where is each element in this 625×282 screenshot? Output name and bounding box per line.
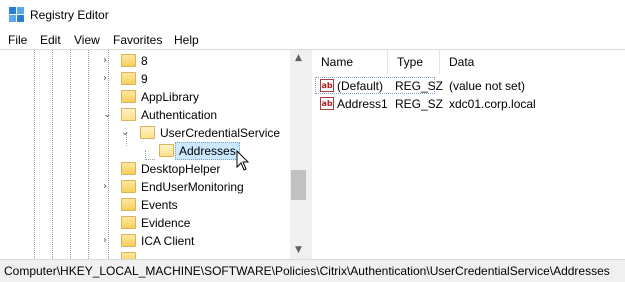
scroll-down-arrow-icon[interactable]: ▼ bbox=[290, 242, 307, 259]
folder-icon bbox=[121, 54, 136, 67]
tree-item-label: Events bbox=[141, 198, 178, 212]
tree-scrollbar[interactable]: ▲ ▼ bbox=[290, 50, 307, 259]
menu-edit[interactable]: Edit bbox=[40, 33, 61, 47]
value-name: Address1 bbox=[337, 97, 388, 111]
title-bar: Registry Editor bbox=[0, 0, 625, 30]
open-folder-icon bbox=[121, 108, 136, 121]
tree-item-partial[interactable] bbox=[0, 250, 288, 259]
scroll-up-arrow-icon[interactable]: ▲ bbox=[290, 50, 307, 67]
folder-icon bbox=[121, 180, 136, 193]
status-key-path: Computer\HKEY_LOCAL_MACHINE\SOFTWARE\Pol… bbox=[4, 264, 610, 278]
folder-icon bbox=[121, 198, 136, 211]
tree-item-label: EndUserMonitoring bbox=[141, 180, 244, 194]
menu-favorites[interactable]: Favorites bbox=[113, 33, 162, 47]
chevron-right-icon[interactable]: › bbox=[103, 235, 107, 246]
tree-item[interactable]: ⌄ UserCredentialService bbox=[0, 124, 288, 142]
folder-icon bbox=[121, 252, 136, 259]
string-value-icon: ab bbox=[320, 97, 334, 110]
folder-icon bbox=[121, 234, 136, 247]
string-value-icon: ab bbox=[320, 79, 334, 92]
value-name: (Default) bbox=[337, 79, 384, 93]
tree-item-label: Evidence bbox=[141, 216, 191, 230]
tree-item-label: ICA Client bbox=[141, 234, 195, 248]
tree-item[interactable]: › 8 bbox=[0, 52, 288, 70]
tree-item-label: 8 bbox=[141, 54, 148, 68]
column-header-type[interactable]: Type bbox=[388, 50, 440, 74]
tree-item-label: DesktopHelper bbox=[141, 162, 221, 176]
folder-icon bbox=[121, 72, 136, 85]
folder-icon bbox=[121, 162, 136, 175]
tree-item[interactable]: Evidence bbox=[0, 214, 288, 232]
column-header-data[interactable]: Data bbox=[440, 50, 625, 74]
tree-item[interactable]: › ICA Client bbox=[0, 232, 288, 250]
mouse-pointer-icon bbox=[236, 150, 250, 171]
value-data: xdc01.corp.local bbox=[449, 97, 536, 111]
open-folder-icon bbox=[159, 144, 174, 157]
divider bbox=[0, 49, 625, 50]
registry-values-list[interactable]: Name Type Data ab (Default) REG_SZ (valu… bbox=[312, 50, 625, 259]
folder-icon bbox=[121, 90, 136, 103]
value-type: REG_SZ bbox=[395, 97, 444, 111]
value-row[interactable]: ab Address1 REG_SZ xdc01.corp.local bbox=[312, 95, 625, 113]
registry-editor-icon bbox=[9, 7, 24, 22]
tree-item-label: AppLibrary bbox=[141, 90, 200, 104]
chevron-right-icon[interactable]: › bbox=[103, 73, 107, 84]
value-type: REG_SZ bbox=[395, 79, 444, 93]
tree-item[interactable]: › 9 bbox=[0, 70, 288, 88]
tree-item-label: Addresses bbox=[175, 142, 240, 160]
tree-item-label: 9 bbox=[141, 72, 148, 86]
folder-icon bbox=[121, 216, 136, 229]
column-header-name[interactable]: Name bbox=[312, 50, 388, 74]
window-title: Registry Editor bbox=[30, 8, 109, 22]
open-folder-icon bbox=[140, 126, 155, 139]
status-bar: Computer\HKEY_LOCAL_MACHINE\SOFTWARE\Pol… bbox=[0, 259, 625, 282]
tree-item[interactable]: Events bbox=[0, 196, 288, 214]
tree-item-label: Authentication bbox=[141, 108, 218, 122]
chevron-down-icon[interactable]: ⌄ bbox=[103, 109, 111, 120]
value-data: (value not set) bbox=[449, 79, 526, 93]
tree-item[interactable]: AppLibrary bbox=[0, 88, 288, 106]
tree-item[interactable]: ⌄ Authentication bbox=[0, 106, 288, 124]
chevron-down-icon[interactable]: ⌄ bbox=[121, 127, 129, 138]
menu-bar: File Edit View Favorites Help bbox=[0, 30, 625, 50]
menu-file[interactable]: File bbox=[8, 33, 27, 47]
tree-item[interactable]: › EndUserMonitoring bbox=[0, 178, 288, 196]
menu-view[interactable]: View bbox=[74, 33, 100, 47]
tree-item-label: UserCredentialService bbox=[160, 126, 281, 140]
scroll-thumb[interactable] bbox=[291, 170, 306, 200]
value-row[interactable]: ab (Default) REG_SZ (value not set) bbox=[312, 77, 625, 95]
chevron-right-icon[interactable]: › bbox=[103, 181, 107, 192]
menu-help[interactable]: Help bbox=[174, 33, 199, 47]
chevron-right-icon[interactable]: › bbox=[103, 55, 107, 66]
